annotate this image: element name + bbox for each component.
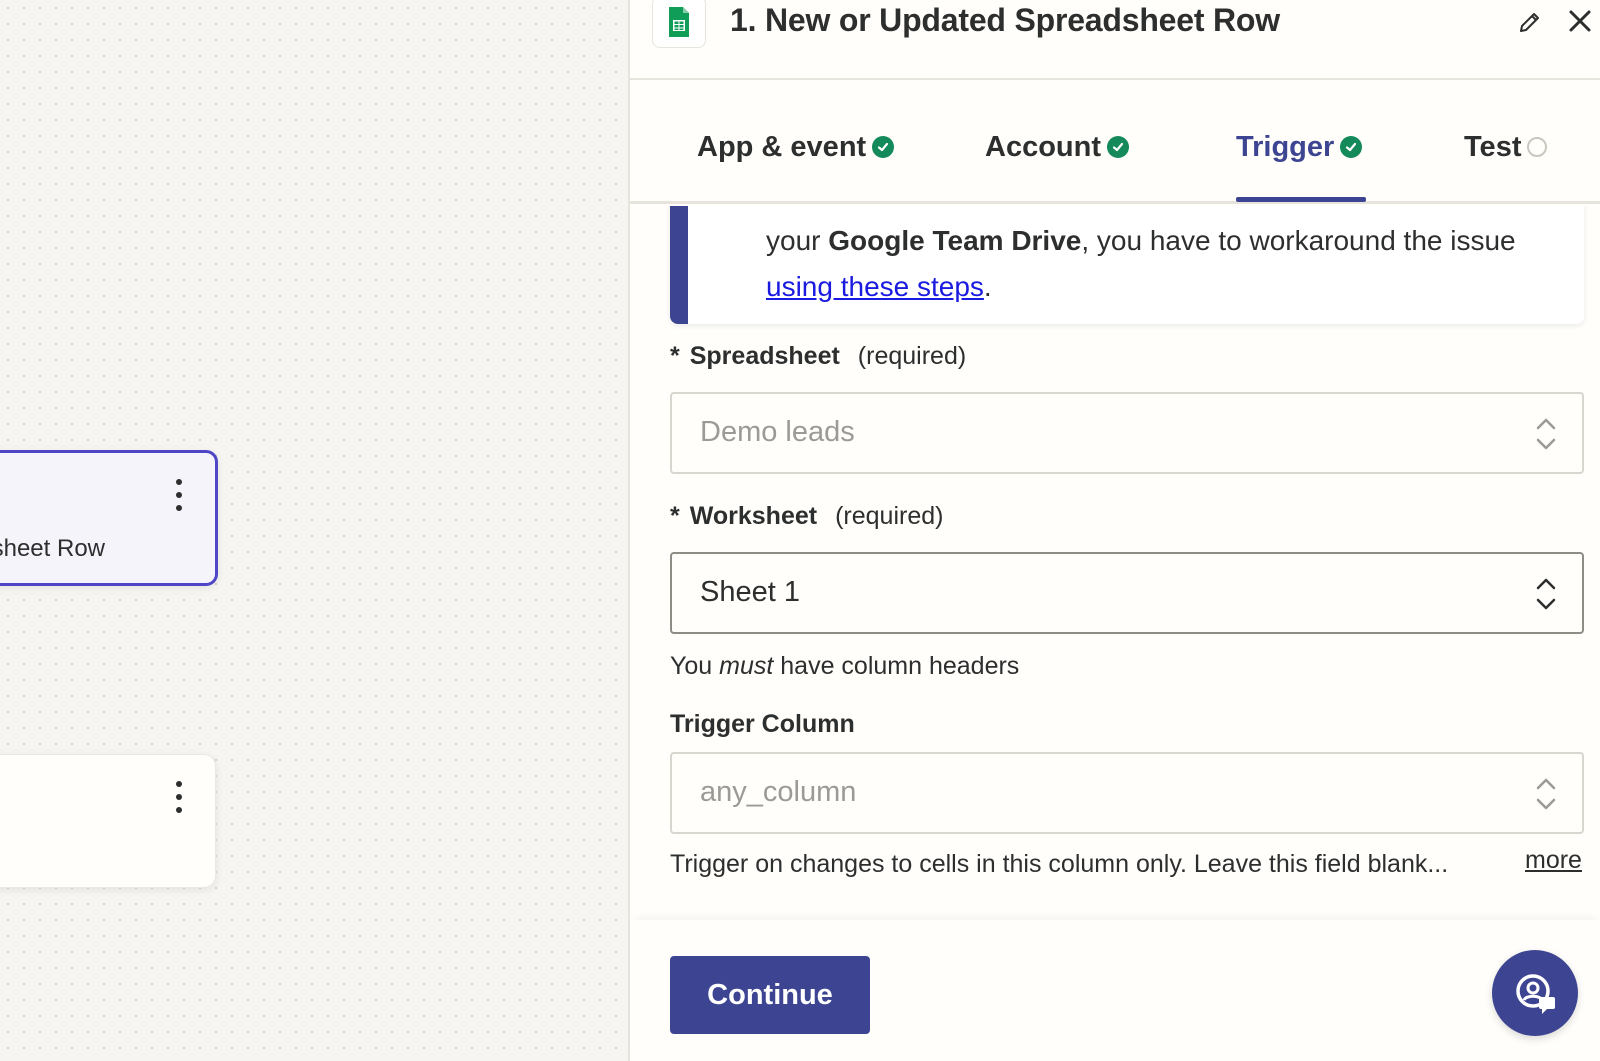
close-icon[interactable] [1565,6,1595,36]
alert-link[interactable]: using these steps [766,271,984,302]
trigger-column-help: Trigger on changes to cells in this colu… [670,850,1449,878]
panel-title: 1. New or Updated Spreadsheet Row [730,2,1280,38]
trigger-column-label: Trigger Column [670,710,855,738]
google-sheets-icon [652,0,706,48]
step-tabs: App & event Account Trigger Test [630,82,1600,204]
panel-header: 1. New or Updated Spreadsheet Row [630,0,1600,80]
action-step-node[interactable] [0,754,216,888]
spreadsheet-select[interactable]: Demo leads [670,392,1584,474]
pencil-icon[interactable] [1516,8,1544,36]
check-circle-icon [872,136,895,158]
trigger-column-select[interactable]: any_column [670,752,1584,834]
chevron-updown-icon [1536,778,1556,810]
tab-trigger[interactable]: Trigger [1236,124,1363,170]
node-menu-icon[interactable] [175,479,183,511]
node-label: New or Updated Spreadsheet Row [0,535,105,562]
form-scroll-area[interactable]: your Google Team Drive, you have to work… [630,206,1600,920]
tab-account[interactable]: Account [985,124,1129,170]
spreadsheet-label: * Spreadsheet (required) [670,342,967,370]
step-editor-panel: 1. New or Updated Spreadsheet Row App & … [628,0,1600,1061]
worksheet-select[interactable]: Sheet 1 [670,552,1584,634]
workflow-canvas[interactable]: New or Updated Spreadsheet Row [0,0,628,1061]
trigger-step-node[interactable]: New or Updated Spreadsheet Row [0,450,218,586]
alert-text: your Google Team Drive, you have to work… [766,225,1516,302]
chevron-updown-icon [1536,578,1556,610]
node-menu-icon[interactable] [175,781,183,813]
more-link[interactable]: more [1525,846,1582,875]
pending-circle-icon [1527,137,1548,157]
tab-app-event[interactable]: App & event [697,124,895,170]
check-circle-icon [1340,136,1363,158]
panel-footer: Continue [630,920,1600,1061]
info-alert: your Google Team Drive, you have to work… [670,206,1584,324]
worksheet-help: You must have column headers [670,652,1020,680]
check-circle-icon [1107,136,1129,158]
worksheet-label: * Worksheet (required) [670,502,944,530]
chevron-updown-icon [1536,418,1556,450]
active-tab-indicator [1236,197,1366,202]
tab-test[interactable]: Test [1464,124,1548,170]
support-chat-icon[interactable] [1492,950,1578,1036]
continue-button[interactable]: Continue [670,956,870,1034]
